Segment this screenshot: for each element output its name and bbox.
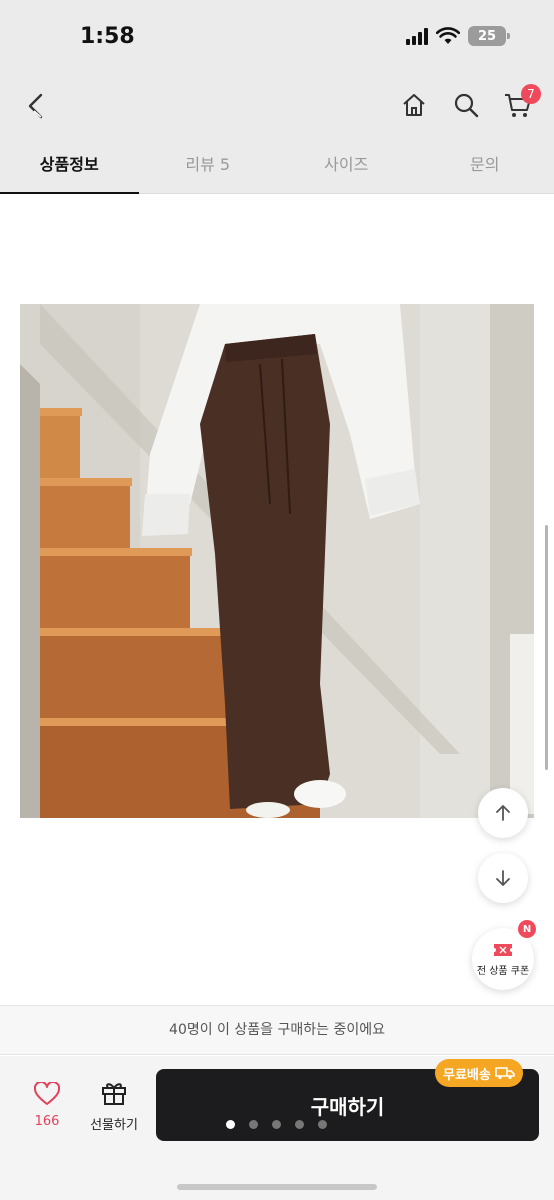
- tab-size[interactable]: 사이즈: [277, 138, 416, 193]
- product-photo-illustration: [20, 304, 534, 818]
- gift-icon: [102, 1083, 126, 1105]
- search-icon: [454, 93, 479, 118]
- top-nav-bar: 7: [0, 72, 554, 138]
- gift-label: 선물하기: [90, 1118, 138, 1133]
- status-time: 1:58: [80, 24, 135, 49]
- bottom-action-bar: 166 선물하기 구매하기 무료배송: [0, 1056, 554, 1200]
- carousel-dot[interactable]: [226, 1120, 235, 1129]
- scroll-down-button[interactable]: [478, 853, 528, 903]
- home-icon: [403, 94, 425, 116]
- gift-button[interactable]: 선물하기: [84, 1080, 144, 1133]
- carousel-dot[interactable]: [295, 1120, 304, 1129]
- coupon-icon: [494, 943, 512, 956]
- back-button[interactable]: [20, 90, 52, 122]
- arrow-down-icon: [496, 870, 510, 886]
- home-indicator: [177, 1184, 377, 1190]
- carousel-dot[interactable]: [318, 1120, 327, 1129]
- chevron-left-icon: [28, 93, 43, 119]
- new-badge: N: [518, 920, 536, 938]
- cart-count-badge: 7: [521, 84, 541, 104]
- all-product-coupon-button[interactable]: 전 상품 쿠폰 N: [472, 920, 536, 990]
- heart-icon: [33, 1080, 61, 1105]
- like-count: 166: [34, 1114, 60, 1129]
- tab-reviews[interactable]: 리뷰 5: [139, 138, 278, 193]
- free-shipping-badge: 무료배송: [435, 1059, 523, 1087]
- tab-inquiry[interactable]: 문의: [416, 138, 554, 193]
- product-photo: [20, 304, 534, 818]
- scroll-indicator[interactable]: [545, 525, 548, 770]
- wifi-icon: [436, 27, 460, 44]
- scroll-up-button[interactable]: [478, 788, 528, 838]
- like-button[interactable]: 166: [20, 1080, 74, 1129]
- search-button[interactable]: [449, 88, 483, 122]
- product-tabs: 상품정보 리뷰 5 사이즈 문의: [0, 138, 554, 194]
- status-icons: 25: [406, 26, 510, 46]
- tab-product-info[interactable]: 상품정보: [0, 138, 139, 194]
- cart-button[interactable]: 7: [501, 84, 541, 122]
- purchase-activity-notice: 40명이 이 상품을 구매하는 중이에요: [0, 1005, 554, 1055]
- truck-icon: [495, 1067, 515, 1080]
- coupon-label: 전 상품 쿠폰: [476, 965, 530, 977]
- home-button[interactable]: [397, 88, 431, 122]
- status-bar: 1:58 25: [0, 0, 554, 72]
- carousel-dots: [226, 1120, 327, 1129]
- arrow-up-icon: [496, 805, 510, 821]
- carousel-dot[interactable]: [272, 1120, 281, 1129]
- signal-icon: [406, 27, 428, 45]
- battery-icon: 25: [468, 26, 510, 46]
- free-shipping-label: 무료배송: [443, 1067, 491, 1083]
- product-detail-content: 전 상품 쿠폰 N: [0, 195, 554, 1005]
- carousel-dot[interactable]: [249, 1120, 258, 1129]
